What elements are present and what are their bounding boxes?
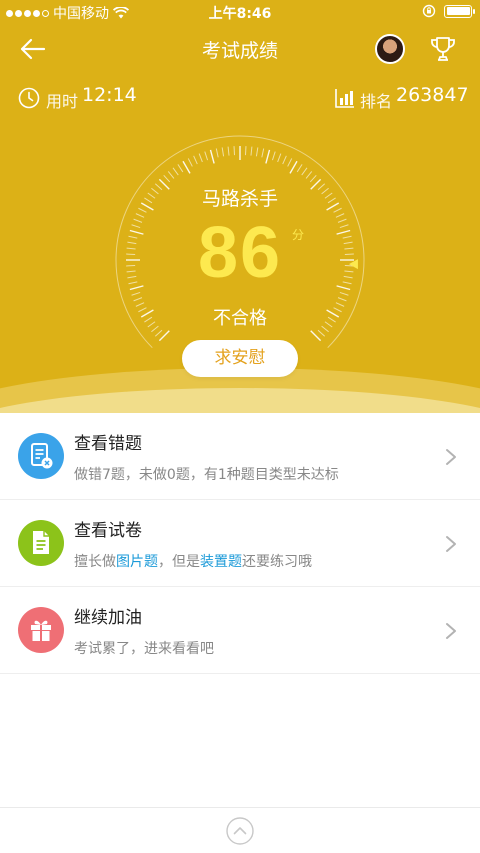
bar-chart-icon	[335, 89, 354, 108]
gauge-tick	[182, 160, 191, 174]
gauge-tick	[221, 147, 225, 157]
score-rating-title: 马路杀手	[201, 188, 278, 210]
gauge-tick	[154, 329, 163, 337]
wrong-answers-icon	[18, 433, 64, 479]
list-item-subtitle: 擅长做图片题，但是装置题还要练习哦	[74, 554, 312, 570]
gauge-tick	[250, 146, 253, 156]
list-item-title: 继续加油	[74, 608, 142, 628]
nav-bar: 考试成绩	[0, 26, 480, 72]
gauge-tick	[255, 147, 259, 157]
gauge-tick	[271, 151, 276, 161]
gauge-tick	[209, 149, 215, 164]
gauge-tick	[204, 151, 209, 161]
chevron-right-icon	[446, 623, 456, 639]
orientation-lock-icon	[422, 4, 436, 18]
clock-icon	[18, 87, 40, 109]
chevron-up-circle-icon[interactable]	[225, 816, 255, 846]
gauge-tick	[133, 297, 143, 302]
chevron-right-icon	[446, 449, 456, 465]
action-list: 查看错题 做错7题，未做0题，有1种题目类型未达标 查看试卷 擅长做图片题，但是…	[0, 413, 480, 674]
score-header: 中国移动 上午8:46 考试成绩 用时 12:14 排名 263847 马路杀手…	[0, 0, 480, 413]
gauge-tick	[172, 167, 179, 176]
gauge-tick	[167, 171, 175, 179]
score-value: 86	[197, 213, 283, 293]
exam-result-page: 中国移动 上午8:46 考试成绩 用时 12:14 排名 263847 马路杀手…	[0, 0, 480, 853]
gauge-tick	[282, 155, 287, 165]
gauge-tick	[261, 148, 265, 158]
list-item-title: 查看错题	[74, 434, 142, 454]
pass-result: 不合格	[213, 308, 267, 329]
rank-label: 排名	[360, 92, 393, 111]
exam-info-row: 用时 12:14 排名 263847	[0, 84, 480, 112]
score-unit: 分	[292, 228, 305, 242]
gauge-tick	[177, 164, 184, 173]
gift-icon	[18, 607, 64, 653]
highlight-text: 装置题	[200, 554, 242, 570]
gauge-tick	[227, 146, 230, 156]
gauge-tick	[277, 153, 282, 163]
gauge-tick	[193, 155, 198, 165]
gauge-tick	[198, 153, 203, 163]
list-item-keep-going[interactable]: 继续加油 考试累了，进来看看吧	[0, 587, 480, 674]
gauge-tick	[287, 158, 293, 167]
list-item-wrong-answers[interactable]: 查看错题 做错7题，未做0题，有1种题目类型未达标	[0, 413, 480, 500]
user-avatar[interactable]	[375, 34, 405, 64]
highlight-text: 图片题	[116, 554, 158, 570]
gauge-tick	[187, 158, 193, 167]
battery-icon	[444, 4, 475, 18]
seek-comfort-button[interactable]: 求安慰	[182, 340, 298, 377]
gauge-tick	[265, 149, 271, 164]
gauge-tick	[309, 174, 317, 183]
document-icon	[18, 520, 64, 566]
gauge-tick	[337, 297, 347, 302]
status-bar: 中国移动 上午8:46	[0, 0, 480, 24]
status-time: 上午8:46	[208, 6, 272, 22]
trophy-icon[interactable]	[428, 34, 458, 64]
rank-value: 263847	[396, 84, 469, 106]
list-item-title: 查看试卷	[74, 521, 142, 541]
gauge-tick	[305, 171, 313, 179]
gauge-tick	[317, 329, 326, 337]
time-used-value: 12:14	[82, 84, 137, 106]
list-item-exam-paper[interactable]: 查看试卷 擅长做图片题，但是装置题还要练习哦	[0, 500, 480, 587]
list-item-subtitle: 做错7题，未做0题，有1种题目类型未达标	[74, 467, 339, 483]
chevron-right-icon	[446, 536, 456, 552]
bottom-bar	[0, 807, 480, 853]
gauge-tick	[289, 160, 298, 174]
gauge-tick	[310, 330, 322, 342]
list-item-subtitle: 考试累了，进来看看吧	[74, 641, 214, 657]
gauge-tick	[301, 167, 308, 176]
gauge-tick	[296, 164, 303, 173]
gauge-tick	[163, 174, 171, 183]
page-title: 考试成绩	[201, 40, 278, 62]
gauge-tick	[215, 148, 219, 158]
time-used-label: 用时	[46, 92, 79, 111]
gauge-tick	[158, 330, 170, 342]
